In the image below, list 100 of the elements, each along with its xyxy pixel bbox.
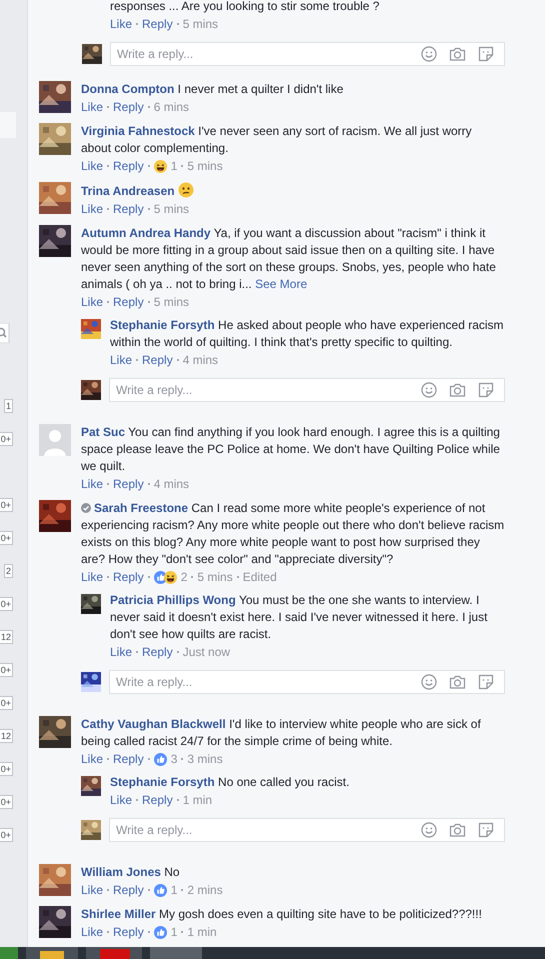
author-link[interactable]: Patricia Phillips Wong xyxy=(110,593,236,607)
comment-text: Cathy Vaughan Blackwell I'd like to interview white people who are sick of being called racist 24/7 for the simple crime of being white. xyxy=(81,716,482,750)
smiley-icon[interactable] xyxy=(421,674,437,690)
like-reaction-icon[interactable] xyxy=(154,752,167,766)
reply-link[interactable]: Reply xyxy=(142,643,173,661)
author-link[interactable]: Shirlee Miller xyxy=(81,907,156,921)
sticker-icon[interactable] xyxy=(478,822,494,838)
comment-text: Stephanie Forsyth No one called you racist. xyxy=(110,774,350,791)
reply-link[interactable]: Reply xyxy=(113,200,144,218)
author-link[interactable]: Stephanie Forsyth xyxy=(110,775,215,789)
reply-link[interactable]: Reply xyxy=(113,98,144,116)
reaction-count[interactable]: 2 xyxy=(180,568,188,586)
smiley-icon[interactable] xyxy=(421,822,437,838)
reply-field[interactable]: Write a reply... xyxy=(109,378,505,402)
smiley-icon[interactable] xyxy=(421,46,437,62)
laughing-face-icon[interactable] xyxy=(154,160,167,172)
see-more-link[interactable]: See More xyxy=(255,277,308,291)
reply-link[interactable]: Reply xyxy=(142,791,173,809)
timestamp: 1 min xyxy=(182,792,212,809)
camera-icon[interactable] xyxy=(449,382,466,398)
reply-field[interactable]: Write a reply... xyxy=(109,818,505,842)
like-link[interactable]: Like xyxy=(81,157,104,175)
count-badge: 0+ xyxy=(0,696,13,710)
author-link[interactable]: William Jones xyxy=(81,865,161,879)
reply-link[interactable]: Reply xyxy=(113,750,144,768)
timestamp: 4 mins xyxy=(154,476,190,493)
like-link[interactable]: Like xyxy=(81,881,104,899)
author-link[interactable]: Stephanie Forsyth xyxy=(110,318,215,332)
timestamp: 5 mins xyxy=(154,294,190,311)
sticker-icon[interactable] xyxy=(478,674,494,690)
camera-icon[interactable] xyxy=(449,822,466,838)
camera-icon[interactable] xyxy=(449,46,466,62)
reply-field[interactable]: Write a reply... xyxy=(110,42,505,66)
count-badge: 0+ xyxy=(0,795,13,809)
like-reaction-icon[interactable] xyxy=(154,926,167,938)
like-link[interactable]: Like xyxy=(81,923,104,941)
author-link[interactable]: Virginia Fahnestock xyxy=(81,124,195,138)
like-link[interactable]: Like xyxy=(81,750,104,768)
comment-text: Sarah Freestone Can I read some more white people's experience of not experiencing racism? Any more white people out there who don't believe racism exists on this blog? Any more white people want to post how surprised they are? How they "don't see color" and "appreciate diversity"? xyxy=(81,500,505,568)
count-badge: 12 xyxy=(0,729,13,743)
timestamp: 5 mins xyxy=(182,16,218,33)
edited-label: Edited xyxy=(242,569,277,586)
sticker-icon[interactable] xyxy=(478,382,494,398)
like-link[interactable]: Like xyxy=(110,791,132,809)
timestamp: 5 mins xyxy=(187,158,223,175)
comment-text: Virginia Fahnestock I've never seen any sort of racism. We all just worry about color complementing. xyxy=(81,123,473,157)
author-link[interactable]: Donna Compton xyxy=(81,82,174,96)
count-badge: 0+ xyxy=(0,498,13,512)
comment-text: Pat Suc You can find anything if you look hard enough. I agree this is a quilting space please leave the PC Police at home. We don't have Quilting Police while we quilt. xyxy=(81,424,501,475)
comment-text: Stephanie Forsyth He asked about people who have experienced racism within the world of quilting. I think that's pretty specific to quilting. xyxy=(110,317,505,351)
sticker-icon[interactable] xyxy=(478,46,494,62)
author-link[interactable]: Pat Suc xyxy=(81,425,126,439)
camera-icon[interactable] xyxy=(449,674,466,690)
reply-link[interactable]: Reply xyxy=(113,881,144,899)
count-badge: 12 xyxy=(0,630,13,644)
like-link[interactable]: Like xyxy=(110,643,132,661)
reply-field[interactable]: Write a reply... xyxy=(109,670,505,694)
timestamp: 2 mins xyxy=(187,882,223,899)
reaction-count[interactable]: 3 xyxy=(170,750,178,768)
like-link[interactable]: Like xyxy=(110,351,132,369)
reply-link[interactable]: Reply xyxy=(113,293,144,311)
author-link[interactable]: Sarah Freestone xyxy=(94,501,188,515)
reply-link[interactable]: Reply xyxy=(142,15,173,33)
reaction-count[interactable]: 1 xyxy=(170,157,178,175)
count-badge: 0+ xyxy=(0,663,13,677)
comment-text: Shirlee Miller My gosh does even a quilting site have to be politicized???!!! xyxy=(81,906,483,923)
like-link[interactable]: Like xyxy=(81,568,104,586)
reaction-count[interactable]: 1 xyxy=(170,923,178,941)
author-link[interactable]: Autumn Andrea Handy xyxy=(81,226,211,240)
folder-icon[interactable] xyxy=(26,947,78,959)
reply-link[interactable]: Reply xyxy=(113,475,144,493)
like-reaction-icon[interactable] xyxy=(154,884,167,896)
comment-text: Autumn Andrea Handy Ya, if you want a discussion about "racism" i think it would be more fitting in a group about said issue then on a quilting site. I have never seen anything of the sort on these groups. Snobs, yes, people who hate animals ( oh ya .. not to bring i... See More xyxy=(81,225,497,293)
comment-text: responses ... Are you looking to stir some trouble ? xyxy=(110,0,380,15)
like-link[interactable]: Like xyxy=(81,293,104,311)
laughing-face-icon[interactable] xyxy=(164,570,177,584)
like-link[interactable]: Like xyxy=(110,15,132,33)
smiley-icon[interactable] xyxy=(421,382,437,398)
like-link[interactable]: Like xyxy=(81,200,104,218)
timestamp: Just now xyxy=(182,644,230,661)
reply-link[interactable]: Reply xyxy=(113,568,144,586)
like-link[interactable]: Like xyxy=(81,98,104,116)
count-badge: 0+ xyxy=(0,762,13,776)
author-link[interactable]: Cathy Vaughan Blackwell xyxy=(81,717,226,731)
timestamp: 3 mins xyxy=(187,751,223,768)
timestamp: 1 min xyxy=(187,924,217,941)
author-link[interactable]: Trina Andreasen xyxy=(81,184,175,198)
reaction-count[interactable]: 1 xyxy=(170,881,178,899)
count-badge: 0+ xyxy=(0,597,13,611)
timestamp: 6 mins xyxy=(154,99,190,116)
count-badge: 0+ xyxy=(0,432,13,446)
reply-link[interactable]: Reply xyxy=(113,923,144,941)
timestamp: 5 mins xyxy=(197,569,233,586)
comment-text: Patricia Phillips Wong You must be the one she wants to interview. I never said it doesn't exist here. I said I've never witnessed it here. I just don't see how quilts are racist. xyxy=(110,592,488,643)
timestamp: 4 mins xyxy=(182,352,218,369)
reply-link[interactable]: Reply xyxy=(142,351,173,369)
search-icon[interactable] xyxy=(0,323,10,343)
like-link[interactable]: Like xyxy=(81,475,104,493)
count-badge: 1 xyxy=(4,399,13,413)
reply-link[interactable]: Reply xyxy=(113,157,144,175)
